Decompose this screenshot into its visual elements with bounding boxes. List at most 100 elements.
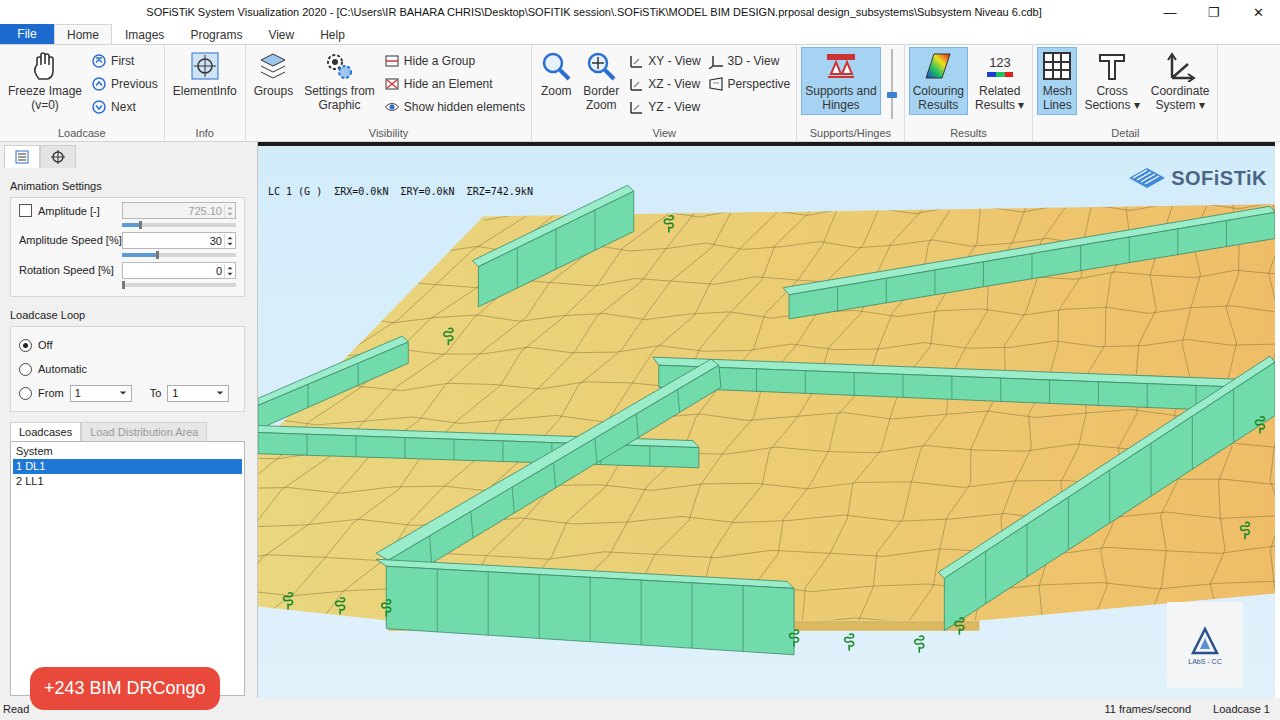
slider[interactable] <box>122 253 236 257</box>
ribbon-button[interactable]: MeshLines <box>1037 47 1077 115</box>
beam[interactable] <box>783 206 1275 319</box>
setting-row: Rotation Speed [%]0 <box>19 262 236 292</box>
colour-scale-icon <box>922 50 954 82</box>
ribbon-small-button[interactable]: XY - View <box>626 49 702 72</box>
mesh-grid-icon <box>1041 50 1073 82</box>
number-field[interactable]: 0 <box>122 262 236 279</box>
support-spring-icon <box>1240 522 1249 539</box>
number-field[interactable]: 725.10 <box>122 202 236 219</box>
svg-text:123: 123 <box>989 55 1011 70</box>
eye-icon <box>384 99 400 115</box>
ribbon-group-label: Results <box>909 127 1029 141</box>
list-tab[interactable]: Loadcases <box>10 422 81 441</box>
panel-tab[interactable] <box>4 145 40 168</box>
support-spring-icon <box>790 630 799 647</box>
next-icon <box>91 99 107 115</box>
ribbon-group-label: Loadcase <box>4 127 160 141</box>
sofistik-logo: SOFiSTiK <box>1127 164 1267 192</box>
list-tab[interactable]: Load Distribution Area <box>81 422 207 441</box>
previous-icon <box>91 76 107 92</box>
beam[interactable] <box>376 559 794 655</box>
ribbon-button[interactable]: BorderZoom <box>579 47 623 115</box>
ribbon-button[interactable]: 123RelatedResults ▾ <box>971 47 1028 115</box>
menu-tab[interactable]: File <box>0 24 54 44</box>
setting-row: Amplitude [-]725.10 <box>19 202 236 232</box>
from-combo[interactable]: 1 <box>70 385 132 402</box>
slider[interactable] <box>122 223 236 227</box>
beam[interactable] <box>376 359 721 588</box>
crosshair-icon <box>50 149 66 165</box>
ribbon-small-button[interactable]: XZ - View <box>626 72 702 95</box>
ribbon-small-button[interactable]: YZ - View <box>626 95 702 118</box>
ribbon-button[interactable]: Groups <box>250 47 297 113</box>
labs-logo: LAbS - CC <box>1167 602 1243 688</box>
ribbon-group: ColouringResults123RelatedResults ▾ Resul… <box>905 45 1034 141</box>
support-spring-icon <box>955 618 964 635</box>
window-control-button[interactable]: ✕ <box>1236 5 1280 20</box>
checkbox[interactable] <box>19 204 32 217</box>
ribbon-group: ElementInfo Info <box>165 45 246 141</box>
number-field[interactable]: 30 <box>122 232 236 249</box>
radio-button[interactable] <box>19 387 32 400</box>
ribbon-button[interactable]: ElementInfo <box>169 47 241 113</box>
ribbon-small-button[interactable]: Show hidden elements <box>382 95 527 118</box>
slider[interactable] <box>122 283 236 287</box>
loadcase-item[interactable]: 1 DL1 <box>13 459 242 474</box>
panel-tab[interactable] <box>40 145 76 168</box>
menu-tab[interactable]: Images <box>112 24 177 44</box>
side-panel: Animation SettingsAmplitude [-]725.10Amp… <box>0 142 258 698</box>
ribbon-group: ZoomBorderZoomXY - ViewXZ - ViewYZ - Vie… <box>532 45 797 141</box>
window-control-button[interactable]: ❐ <box>1192 5 1236 20</box>
beam[interactable] <box>258 336 408 430</box>
radio-button[interactable] <box>19 339 32 352</box>
triangle-logo-icon <box>1190 626 1220 656</box>
ribbon-small-button[interactable]: 3D - View <box>706 49 793 72</box>
spinner-icon[interactable] <box>224 204 235 218</box>
ribbon-small-button[interactable]: Next <box>89 95 160 118</box>
ribbon-button[interactable]: Settings fromGraphic <box>300 47 379 115</box>
dropdown-arrow-icon <box>119 389 127 397</box>
zoom-icon <box>540 50 572 82</box>
supports-icon <box>825 50 857 82</box>
ribbon-button[interactable]: Supports andHinges <box>801 47 880 115</box>
ribbon-button[interactable]: ColouringResults <box>909 47 968 115</box>
ribbon-small-button[interactable]: First <box>89 49 160 72</box>
gears-icon <box>323 50 355 82</box>
beam[interactable] <box>653 357 1245 411</box>
ribbon-small-button[interactable]: Previous <box>89 72 160 95</box>
support-spring-icon <box>915 636 924 653</box>
to-combo[interactable]: 1 <box>167 385 229 402</box>
ribbon-button[interactable]: CoordinateSystem ▾ <box>1147 47 1214 115</box>
ribbon-small-button[interactable]: Hide an Element <box>382 72 527 95</box>
model-canvas[interactable] <box>258 146 1275 698</box>
window-control-button[interactable]: — <box>1148 5 1192 20</box>
vertical-slider[interactable] <box>886 49 898 119</box>
hide-element-icon <box>384 76 400 92</box>
ribbon-group: Freeze Image(v=0)FirstPreviousNext Loadca… <box>0 45 165 141</box>
beam[interactable] <box>938 356 1275 630</box>
layers-icon <box>257 50 289 82</box>
loadcase-item[interactable]: 2 LL1 <box>13 474 242 489</box>
menu-tab[interactable]: Help <box>307 24 358 44</box>
ribbon-button[interactable]: CrossSections ▾ <box>1080 47 1143 115</box>
ribbon-group-label: View <box>536 127 792 141</box>
beam[interactable] <box>472 185 633 307</box>
loadcase-sum-label: LC 1 (G ) ΣRX=0.0kN ΣRY=0.0kN ΣRZ=742.9k… <box>268 186 533 197</box>
ribbon-small-button[interactable]: Hide a Group <box>382 49 527 72</box>
model-viewport[interactable]: LC 1 (G ) ΣRX=0.0kN ΣRY=0.0kN ΣRZ=742.9k… <box>258 142 1275 698</box>
3d-axes-icon <box>708 53 724 69</box>
spinner-icon[interactable] <box>224 234 235 248</box>
support-spring-icon <box>284 593 293 610</box>
ribbon-button[interactable]: Zoom <box>536 47 576 113</box>
ribbon-small-button[interactable]: Perspective <box>706 72 793 95</box>
menu-tab[interactable]: View <box>255 24 307 44</box>
spinner-icon[interactable] <box>224 264 235 278</box>
numbers-icon: 123 <box>984 50 1016 82</box>
ribbon-button[interactable]: Freeze Image(v=0) <box>4 47 86 115</box>
radio-button[interactable] <box>19 363 32 376</box>
menu-tab[interactable]: Home <box>54 24 112 44</box>
first-icon <box>91 53 107 69</box>
ribbon-group-label: Info <box>169 127 241 141</box>
menu-tab[interactable]: Programs <box>177 24 255 44</box>
loadcase-item[interactable]: System <box>13 444 242 459</box>
